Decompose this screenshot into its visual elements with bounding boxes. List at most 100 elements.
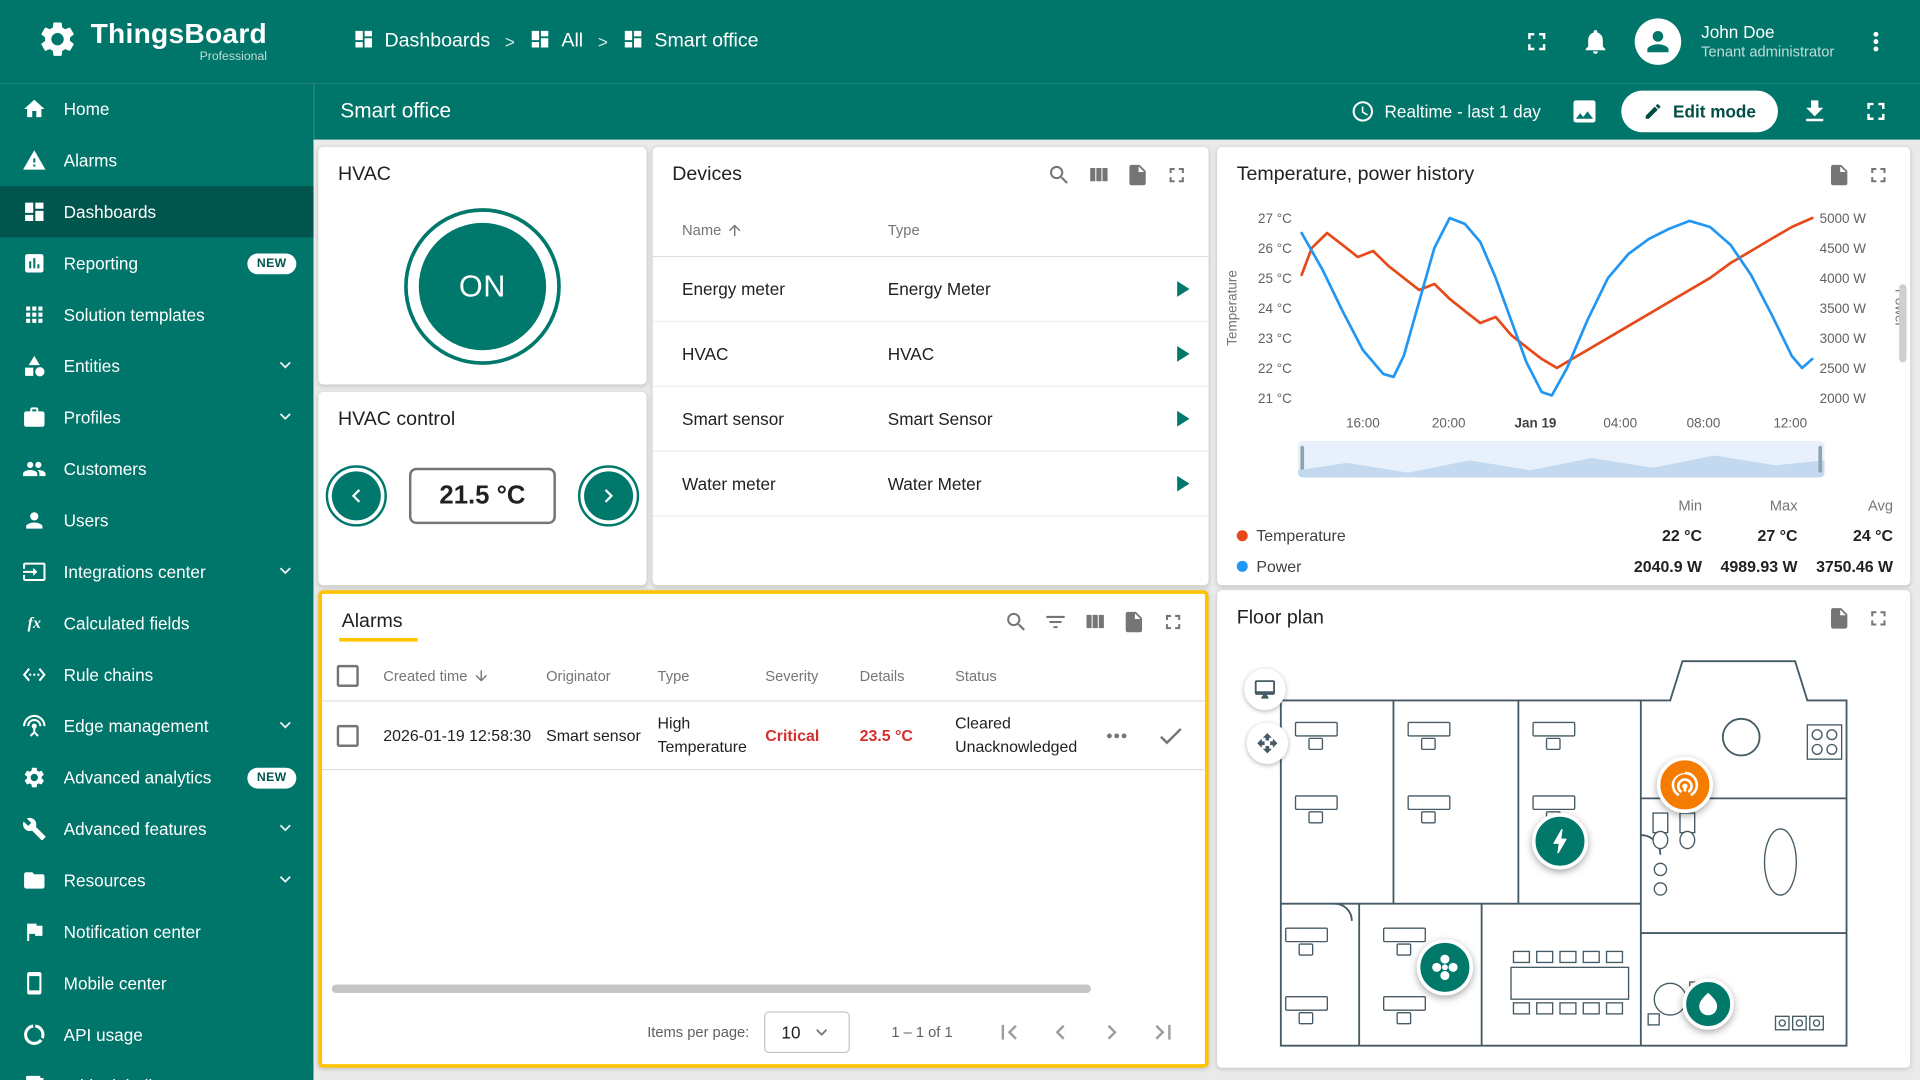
sort-ascending-icon xyxy=(726,221,743,238)
hvac-control-title: HVAC control xyxy=(338,409,455,431)
edit-mode-button[interactable]: Edit mode xyxy=(1622,91,1778,133)
notifications-bell-button[interactable] xyxy=(1571,17,1620,66)
sidebar-item-calculated-fields[interactable]: fxCalculated fields xyxy=(0,598,313,649)
devices-export-button[interactable] xyxy=(1120,158,1154,192)
devices-col-name[interactable]: Name xyxy=(682,221,721,238)
legend-row-power[interactable]: Power2040.9 W4989.93 W3750.46 W xyxy=(1237,551,1893,582)
app-logo[interactable]: ThingsBoard Professional xyxy=(0,18,313,66)
device-details-button[interactable] xyxy=(1155,340,1209,367)
temperature-increase-button[interactable] xyxy=(578,465,639,526)
dashboard-grid-icon xyxy=(623,28,645,56)
temperature-decrease-button[interactable] xyxy=(326,465,387,526)
devices-fullscreen-button[interactable] xyxy=(1160,158,1194,192)
alarms-col-originator[interactable]: Originator xyxy=(546,667,657,684)
resources-icon xyxy=(22,868,46,892)
sidebar-item-edge-management[interactable]: Edge management xyxy=(0,700,313,751)
sidebar-item-notification-center[interactable]: Notification center xyxy=(0,906,313,957)
horizontal-scrollbar[interactable] xyxy=(332,984,1091,993)
previous-page-button[interactable] xyxy=(1046,1018,1075,1047)
alarm-row[interactable]: 2026-01-19 12:58:30Smart sensorHigh Temp… xyxy=(322,702,1205,771)
alarms-col-details[interactable]: Details xyxy=(860,667,956,684)
display-layers-button[interactable] xyxy=(1244,669,1286,711)
legend-col-max: Max xyxy=(1702,497,1798,514)
device-details-button[interactable] xyxy=(1155,405,1209,432)
sidebar-item-entities[interactable]: Entities xyxy=(0,340,313,391)
alarms-search-button[interactable] xyxy=(999,605,1033,639)
sidebar-item-customers[interactable]: Customers xyxy=(0,443,313,494)
floor-plan-fullscreen-button[interactable] xyxy=(1861,601,1895,635)
device-row[interactable]: Energy meterEnergy Meter xyxy=(653,257,1209,322)
energy-meter-marker[interactable] xyxy=(1532,813,1588,869)
smart-sensor-marker[interactable] xyxy=(1657,757,1713,813)
alarms-col-created[interactable]: Created time xyxy=(383,667,467,684)
history-widget-title: Temperature, power history xyxy=(1237,164,1474,186)
screenshot-button[interactable] xyxy=(1560,87,1609,136)
last-page-button[interactable] xyxy=(1149,1018,1178,1047)
solution-templates-icon xyxy=(22,302,46,326)
devices-columns-button[interactable] xyxy=(1081,158,1115,192)
device-details-button[interactable] xyxy=(1155,276,1209,303)
device-row[interactable]: Water meterWater Meter xyxy=(653,452,1209,517)
alarm-acknowledge-button[interactable] xyxy=(1156,721,1185,750)
sidebar-item-reporting[interactable]: ReportingNEW xyxy=(0,238,313,289)
sidebar-item-mobile-center[interactable]: Mobile center xyxy=(0,958,313,1009)
sidebar-item-integrations-center[interactable]: Integrations center xyxy=(0,546,313,597)
toolbar-fullscreen-button[interactable] xyxy=(1851,87,1900,136)
alarms-export-button[interactable] xyxy=(1117,605,1151,639)
alarm-severity: Critical xyxy=(765,726,859,744)
hvac-power-button[interactable]: ON xyxy=(404,208,561,365)
history-fullscreen-button[interactable] xyxy=(1861,158,1895,192)
page-size-select[interactable]: 10 xyxy=(764,1011,850,1053)
alarms-col-severity[interactable]: Severity xyxy=(765,667,859,684)
alarms-icon xyxy=(22,148,46,172)
select-all-checkbox[interactable] xyxy=(337,664,359,686)
sidebar-item-solution-templates[interactable]: Solution templates xyxy=(0,289,313,340)
alarms-fullscreen-button[interactable] xyxy=(1156,605,1190,639)
sidebar-item-users[interactable]: Users xyxy=(0,495,313,546)
download-button[interactable] xyxy=(1790,87,1839,136)
alarm-more-button[interactable] xyxy=(1102,721,1131,750)
time-range-slider[interactable] xyxy=(1298,441,1825,478)
header-menu-button[interactable] xyxy=(1851,17,1900,66)
device-details-button[interactable] xyxy=(1155,470,1209,497)
sidebar-item-advanced-features[interactable]: Advanced features xyxy=(0,803,313,854)
breadcrumb-item-dashboards[interactable]: Dashboards xyxy=(353,28,490,56)
alarms-widget[interactable]: Alarms Created time Originator Type Seve… xyxy=(318,590,1208,1068)
legend-row-temperature[interactable]: Temperature22 °C27 °C24 °C xyxy=(1237,520,1893,551)
sidebar-item-profiles[interactable]: Profiles xyxy=(0,392,313,443)
pan-tool-button[interactable] xyxy=(1247,722,1289,764)
sidebar-item-alarms[interactable]: Alarms xyxy=(0,135,313,186)
alarms-col-status[interactable]: Status xyxy=(955,667,1099,684)
chevron-down-icon xyxy=(274,713,296,739)
devices-col-type[interactable]: Type xyxy=(888,221,1209,238)
user-info[interactable]: John Doe Tenant administrator xyxy=(1701,22,1834,62)
widget-scrollbar[interactable] xyxy=(1899,284,1906,362)
sidebar-item-rule-chains[interactable]: Rule chains xyxy=(0,649,313,700)
sidebar-item-dashboards[interactable]: Dashboards xyxy=(0,186,313,237)
hvac-fan-marker[interactable] xyxy=(1417,939,1473,995)
water-meter-marker[interactable] xyxy=(1682,978,1733,1029)
next-page-button[interactable] xyxy=(1097,1018,1126,1047)
device-row[interactable]: HVACHVAC xyxy=(653,322,1209,387)
sidebar-item-white-labeling[interactable]: White labeling xyxy=(0,1060,313,1080)
target-temperature-value: 21.5 °C xyxy=(409,468,556,524)
alarms-columns-button[interactable] xyxy=(1078,605,1112,639)
alarms-col-type[interactable]: Type xyxy=(658,667,766,684)
alarms-filter-button[interactable] xyxy=(1038,605,1072,639)
devices-search-button[interactable] xyxy=(1042,158,1076,192)
app-edition: Professional xyxy=(91,51,267,63)
sidebar-item-resources[interactable]: Resources xyxy=(0,855,313,906)
breadcrumb-item-smart-office[interactable]: Smart office xyxy=(623,28,759,56)
avatar[interactable] xyxy=(1635,18,1682,65)
row-checkbox[interactable] xyxy=(337,724,359,746)
device-row[interactable]: Smart sensorSmart Sensor xyxy=(653,387,1209,452)
sidebar-item-api-usage[interactable]: API usage xyxy=(0,1009,313,1060)
breadcrumb-item-all[interactable]: All xyxy=(530,28,584,56)
history-export-button[interactable] xyxy=(1822,158,1856,192)
fullscreen-button[interactable] xyxy=(1513,17,1562,66)
timewindow-button[interactable]: Realtime - last 1 day xyxy=(1350,99,1541,123)
sidebar-item-advanced-analytics[interactable]: Advanced analyticsNEW xyxy=(0,752,313,803)
sidebar-item-home[interactable]: Home xyxy=(0,83,313,134)
floor-plan-export-button[interactable] xyxy=(1822,601,1856,635)
first-page-button[interactable] xyxy=(994,1018,1023,1047)
